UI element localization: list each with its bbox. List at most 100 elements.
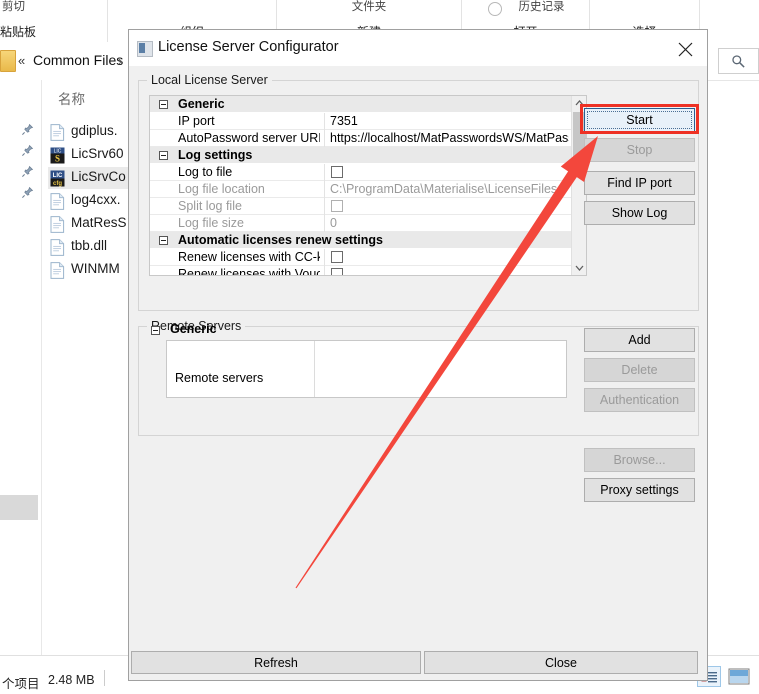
property-row[interactable]: AutoPassword server URL https://localhost…: [150, 130, 571, 147]
file-list-item[interactable]: log4cxx.: [48, 190, 134, 212]
file-name-label: WINMM: [71, 261, 120, 276]
breadcrumb-overflow-chevron[interactable]: «: [18, 53, 25, 68]
svg-text:cfg: cfg: [53, 181, 62, 187]
dialog-title-bar[interactable]: License Server Configurator: [129, 30, 707, 66]
pin-icon: [21, 144, 34, 157]
close-icon: [678, 42, 693, 57]
local-find-ip-port-button[interactable]: Find IP port: [584, 171, 695, 195]
button-label: Authentication: [599, 393, 680, 407]
property-row[interactable]: Log file location C:\ProgramData\Material…: [150, 181, 571, 198]
button-label: Close: [545, 655, 577, 670]
property-column-splitter[interactable]: [324, 113, 325, 130]
proxy-proxy-settings-button[interactable]: Proxy settings: [584, 478, 695, 502]
remote-servers-grid[interactable]: Remote servers: [166, 340, 567, 398]
remote-servers-row-label: Remote servers: [175, 371, 264, 385]
footer-close-button[interactable]: Close: [424, 651, 698, 674]
file-list-item[interactable]: LIC cfg LicSrvCo: [48, 167, 134, 189]
remote-grid-column-separator: [314, 341, 315, 397]
app-icon: [137, 41, 153, 57]
pin-icon: [21, 165, 34, 178]
property-checkbox[interactable]: [331, 166, 343, 178]
property-category-row[interactable]: Log settings: [150, 147, 571, 164]
property-row[interactable]: Log file size 0: [150, 215, 571, 232]
property-category-label: Log settings: [178, 148, 253, 162]
ribbon-group-1[interactable]: 剪切 粘贴板: [0, 0, 108, 42]
button-label: Stop: [626, 143, 653, 157]
large-icons-view-icon[interactable]: [727, 666, 751, 687]
property-name-label: Log to file: [178, 165, 233, 179]
property-name-label: Log file size: [178, 216, 245, 230]
navigation-pane[interactable]: [0, 80, 42, 655]
folder-icon: [0, 50, 16, 72]
scroll-down-arrow-icon[interactable]: [572, 260, 586, 275]
file-name-label: LicSrv60: [71, 146, 124, 161]
button-label: Add: [628, 333, 651, 347]
file-list-item[interactable]: MatResS: [48, 213, 134, 235]
search-box[interactable]: [718, 48, 759, 74]
property-column-splitter[interactable]: [324, 130, 325, 147]
nav-selected-row: [0, 495, 38, 520]
button-label: Refresh: [254, 655, 298, 670]
file-list-item[interactable]: WINMM: [48, 259, 134, 281]
property-name-label: Split log file: [178, 199, 242, 213]
license-server-configurator-dialog: License Server Configurator Local Licens…: [128, 29, 708, 681]
property-category-row[interactable]: Automatic licenses renew settings: [150, 232, 571, 249]
generic-file-icon: [50, 239, 65, 256]
property-row[interactable]: IP port 7351: [150, 113, 571, 130]
property-column-splitter[interactable]: [324, 181, 325, 198]
local-license-server-label: Local License Server: [147, 73, 272, 87]
collapse-expander-icon[interactable]: [159, 100, 168, 109]
dialog-title: License Server Configurator: [158, 39, 339, 55]
property-row[interactable]: Renew licenses with CC-key: [150, 249, 571, 266]
property-column-splitter[interactable]: [324, 215, 325, 232]
file-name-label: log4cxx.: [71, 192, 121, 207]
property-value[interactable]: 0: [330, 216, 569, 230]
file-name-label: gdiplus.: [71, 123, 118, 138]
property-category-row[interactable]: Generic: [150, 96, 571, 113]
collapse-expander-icon[interactable]: [159, 151, 168, 160]
ribbon-group-command-label[interactable]: 剪切: [2, 0, 109, 14]
file-list-item[interactable]: gdiplus.: [48, 121, 134, 143]
property-column-splitter[interactable]: [324, 266, 325, 275]
svg-text:LIC: LIC: [53, 173, 63, 179]
breadcrumb-current-folder[interactable]: Common Files: [33, 52, 123, 68]
button-label: Browse...: [613, 453, 666, 467]
collapse-expander-icon[interactable]: [159, 236, 168, 245]
property-value[interactable]: 7351: [330, 114, 569, 128]
local-settings-property-grid[interactable]: Generic IP port 7351 AutoPassword server UR…: [149, 95, 587, 276]
property-row[interactable]: Split log file: [150, 198, 571, 215]
property-row[interactable]: Log to file: [150, 164, 571, 181]
property-row[interactable]: Renew licenses with Vouch...: [150, 266, 571, 275]
property-checkbox[interactable]: [331, 268, 343, 275]
ribbon-group-command-label[interactable]: 文件夹: [277, 0, 461, 14]
close-button[interactable]: [663, 30, 707, 66]
file-name-label: tbb.dll: [71, 238, 108, 253]
property-column-splitter[interactable]: [324, 198, 325, 215]
property-value[interactable]: C:\ProgramData\Materialise\LicenseFiles: [330, 182, 569, 196]
generic-file-icon: [50, 262, 65, 279]
ribbon-group-command-label[interactable]: 历史记录: [462, 0, 605, 14]
local-show-log-button[interactable]: Show Log: [584, 201, 695, 225]
svg-text:S: S: [55, 154, 60, 164]
property-name-label: IP port: [178, 114, 215, 128]
status-total-size: 2.48 MB: [48, 673, 95, 687]
property-value[interactable]: https://localhost/MatPasswordsWS/MatPass…: [330, 131, 569, 145]
property-checkbox[interactable]: [331, 200, 343, 212]
column-header-name[interactable]: 名称: [58, 88, 85, 108]
remote-generic-expander-icon[interactable]: [151, 326, 160, 335]
remote-add-button[interactable]: Add: [584, 328, 695, 352]
generic-file-icon: [50, 193, 65, 210]
button-label: Delete: [621, 363, 658, 377]
file-list-item[interactable]: LIC S LicSrv60: [48, 144, 134, 166]
file-list-item[interactable]: tbb.dll: [48, 236, 134, 258]
property-column-splitter[interactable]: [324, 249, 325, 266]
property-name-label: Log file location: [178, 182, 265, 196]
generic-file-icon: [50, 216, 65, 233]
file-name-label: MatResS: [71, 215, 127, 230]
screenshot-root: 剪切粘贴板组织文件夹新建历史记录打开选择 « Common Files › 名称…: [0, 0, 759, 694]
property-column-splitter[interactable]: [324, 164, 325, 181]
property-name-label: Renew licenses with Vouch...: [178, 267, 320, 275]
footer-refresh-button[interactable]: Refresh: [131, 651, 421, 674]
breadcrumb-separator[interactable]: ›: [118, 53, 122, 68]
property-checkbox[interactable]: [331, 251, 343, 263]
